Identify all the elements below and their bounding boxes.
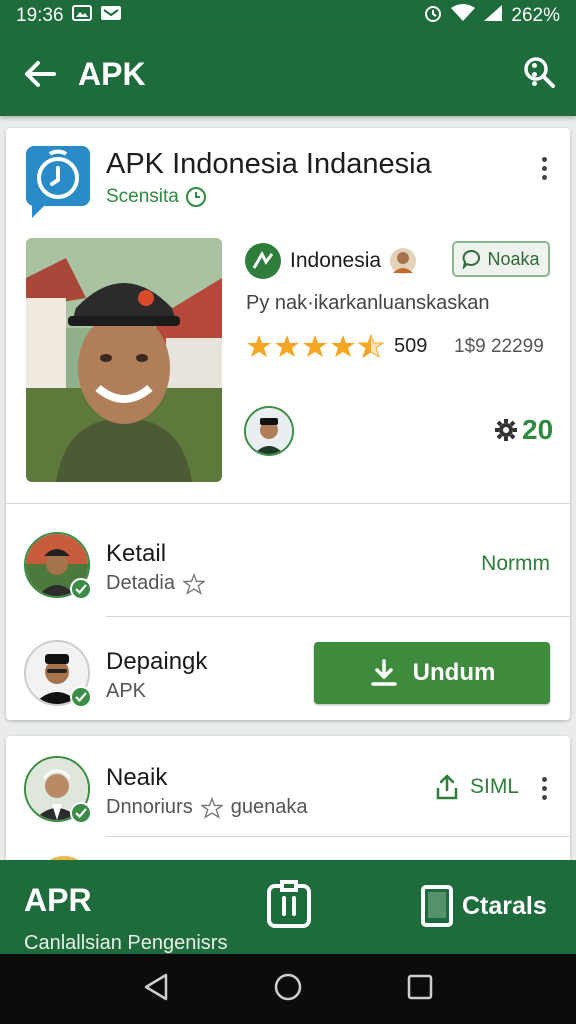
chip-label: Noaka [487, 248, 540, 269]
row-subtitle: Detadia [106, 572, 205, 595]
app-title: APK Indonesia Indanesia [106, 148, 432, 180]
app-logo-icon [26, 146, 90, 218]
share-action[interactable]: SIML [434, 774, 519, 800]
verified-check-icon [70, 802, 92, 824]
alarm-icon [423, 3, 443, 29]
clipboard-icon [267, 880, 311, 928]
app-subtitle-text: Scensita [106, 186, 179, 207]
settings-count[interactable]: 20 [494, 414, 553, 446]
app-header: APK Indonesia Indanesia Scensita [6, 128, 570, 228]
row-subtitle: APK [106, 680, 147, 702]
row-title: Depaingk [106, 648, 208, 675]
row-action-link[interactable]: Normm [481, 552, 550, 576]
system-nav-bar [0, 954, 576, 1024]
star-icon [331, 335, 355, 357]
bottom-bar: APR Canlallsian Pengenisrs Ctarals [0, 860, 576, 954]
nav-recents-button[interactable] [406, 973, 434, 1006]
star-icon [247, 335, 271, 357]
top-app-bar: APK [0, 32, 576, 116]
share-label: SIML [470, 775, 520, 798]
tablet-icon [421, 885, 453, 927]
list-item[interactable]: Depaingk APK Undum [6, 622, 570, 722]
avatar [24, 640, 92, 708]
developer-name: Indonesia [290, 249, 382, 272]
back-button[interactable] [20, 54, 60, 94]
back-arrow-icon [25, 61, 56, 87]
verified-check-icon [70, 578, 92, 600]
row-title: Neaik [106, 764, 168, 791]
status-bar: 19:36 262% [0, 0, 576, 32]
clock-icon [185, 187, 206, 207]
rating-count: 509 [394, 334, 428, 357]
download-count: 1$9 22299 [454, 336, 544, 357]
star-icon [303, 335, 327, 357]
bottom-bar-title: APR [24, 882, 92, 918]
developer-row[interactable]: Indonesia [244, 242, 417, 280]
chat-chip[interactable]: Noaka [452, 241, 550, 277]
card-more-button[interactable] [532, 150, 556, 186]
square-recents-icon [408, 974, 433, 999]
clipboard-button[interactable] [264, 878, 314, 930]
half-star-icon [358, 334, 384, 358]
app-detail-card: APK Indonesia Indanesia Scensita Indones… [6, 128, 570, 720]
app-list-card: Neaik Dnnoriurs guenaka SIML [6, 736, 570, 860]
status-time: 19:36 [16, 5, 64, 26]
circle-home-icon [274, 973, 302, 1000]
star-outline-icon[interactable] [200, 796, 223, 819]
verified-check-icon [70, 686, 92, 708]
triangle-back-icon [144, 973, 167, 1000]
signal-icon [483, 4, 503, 28]
list-item[interactable]: Ketail Detadia Normm [6, 514, 570, 614]
divider [106, 616, 570, 617]
row-more-button[interactable] [532, 770, 556, 806]
row-title: Ketail [106, 540, 167, 567]
star-outline-icon[interactable] [182, 572, 205, 595]
list-item[interactable]: Neaik Dnnoriurs guenaka SIML [6, 738, 570, 838]
divider [6, 503, 570, 504]
row-subtitle-extra: guenaka [230, 796, 308, 818]
row-subtitle-text: Dnnoriurs [106, 796, 193, 818]
developer-photo [26, 238, 222, 482]
avatar [24, 532, 92, 600]
gear-icon [495, 419, 517, 441]
chat-bubble-icon [463, 250, 481, 269]
developer-logo-icon [245, 243, 281, 279]
download-icon [370, 659, 397, 686]
image-notification-icon [71, 4, 92, 28]
avatar [24, 756, 92, 824]
app-bar-title: APK [78, 55, 146, 92]
app-description: Py nak·ikarkanluanskaskan [246, 292, 490, 314]
developer-avatar [390, 248, 417, 274]
nav-home-button[interactable] [273, 972, 303, 1007]
nav-back-button[interactable] [142, 972, 170, 1007]
rating-row: 509 [246, 334, 427, 358]
star-icon [275, 335, 299, 357]
download-button[interactable]: Undum [314, 642, 550, 704]
download-button-label: Undum [412, 659, 496, 686]
app-subtitle: Scensita [106, 186, 207, 208]
wifi-icon [451, 4, 476, 28]
settings-number: 20 [522, 414, 554, 445]
battery-level: 262% [511, 5, 560, 26]
mail-notification-icon [100, 4, 122, 28]
tablet-button[interactable]: Ctarals [420, 884, 547, 928]
tablet-label: Ctarals [462, 891, 547, 920]
share-icon [436, 774, 458, 800]
divider [106, 836, 570, 837]
row-subtitle-text: Detadia [106, 572, 175, 594]
row-subtitle: Dnnoriurs guenaka [106, 796, 307, 819]
bottom-bar-subtitle: Canlallsian Pengenisrs [24, 932, 228, 954]
reviewer-avatar[interactable] [244, 406, 294, 456]
more-options-button[interactable] [522, 56, 546, 92]
